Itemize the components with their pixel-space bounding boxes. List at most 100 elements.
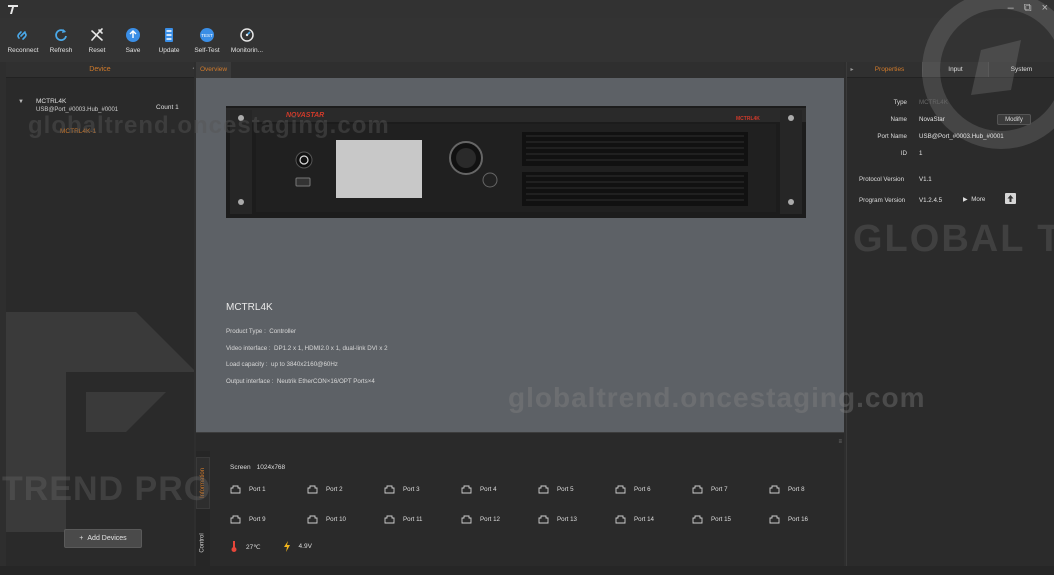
information-panel: ≡ Information Control Screen 1024x768 Por… xyxy=(196,432,844,567)
properties-panel: ▸ Properties Input System Type MCTRL4K N… xyxy=(846,0,1054,566)
ethernet-port-icon xyxy=(384,515,395,524)
port-name-value: USB@Port_#0003.Hub_#0001 xyxy=(919,133,1004,140)
id-label: ID xyxy=(900,150,907,157)
upgrade-icon[interactable] xyxy=(1005,193,1016,204)
ethernet-port-icon xyxy=(384,485,395,494)
port-item[interactable]: Port 1 xyxy=(230,485,266,494)
reconnect-button[interactable]: Reconnect xyxy=(4,18,42,62)
monitoring-label: Monitorin... xyxy=(230,47,264,54)
port-label: Port 15 xyxy=(711,516,731,523)
port-item[interactable]: Port 5 xyxy=(538,485,574,494)
svg-text:TEST: TEST xyxy=(201,33,213,38)
collapse-left-icon[interactable]: ◂ xyxy=(192,64,194,72)
protocol-version-value: V1.1 xyxy=(919,176,932,183)
ethernet-port-icon xyxy=(692,485,703,494)
ethernet-port-icon xyxy=(538,485,549,494)
ethernet-port-icon xyxy=(538,515,549,524)
port-label: Port 8 xyxy=(788,486,805,493)
side-tabs: Information Control xyxy=(196,451,210,567)
panel-resize-icon[interactable]: ≡ xyxy=(838,439,842,445)
ethernet-port-icon xyxy=(769,485,780,494)
port-label: Port 11 xyxy=(403,516,423,523)
modify-button[interactable]: Modify xyxy=(997,114,1031,125)
video-interface: Video interface : DP1.2 x 1, HDMI2.0 x 1… xyxy=(226,345,388,352)
port-label: Port 16 xyxy=(788,516,808,523)
overview-tabbar xyxy=(196,62,844,78)
port-item[interactable]: Port 8 xyxy=(769,485,805,494)
program-version-value: V1.2.4.5 xyxy=(919,197,943,204)
port-label: Port 5 xyxy=(557,486,574,493)
device-panel-header: Device ◂ xyxy=(6,62,194,78)
plus-icon: + xyxy=(79,535,84,542)
type-value: MCTRL4K xyxy=(919,99,948,106)
screen-info: Screen 1024x768 xyxy=(230,464,285,471)
ethernet-port-icon xyxy=(307,485,318,494)
toolbar: Reconnect Refresh Reset Save Update TEST… xyxy=(0,18,1054,62)
reset-icon xyxy=(91,28,103,41)
port-item[interactable]: Port 3 xyxy=(384,485,420,494)
load-capacity: Load capacity : up to 3840x2160@60Hz xyxy=(226,361,338,368)
upload-arrow-icon xyxy=(1007,195,1014,202)
thermometer-icon xyxy=(231,541,237,552)
ethernet-port-icon xyxy=(692,515,703,524)
reset-button[interactable]: Reset xyxy=(80,18,114,62)
tab-control[interactable]: Control xyxy=(196,523,210,563)
name-label: Name xyxy=(890,116,907,123)
port-item[interactable]: Port 15 xyxy=(692,515,731,524)
update-label: Update xyxy=(158,47,180,54)
screen-resolution: 1024x768 xyxy=(256,464,286,471)
more-button[interactable]: ▶ More xyxy=(963,196,985,203)
update-icon xyxy=(165,28,173,42)
save-icon xyxy=(126,28,140,42)
add-devices-label: Add Devices xyxy=(87,535,127,542)
port-item[interactable]: Port 16 xyxy=(769,515,808,524)
port-item[interactable]: Port 13 xyxy=(538,515,577,524)
self-test-button[interactable]: TEST Self-Test xyxy=(188,18,226,62)
port-label: Port 13 xyxy=(557,516,577,523)
monitoring-button[interactable]: Monitorin... xyxy=(228,18,266,62)
add-devices-button[interactable]: + Add Devices xyxy=(64,529,142,548)
port-item[interactable]: Port 12 xyxy=(461,515,500,524)
port-item[interactable]: Port 14 xyxy=(615,515,654,524)
watermark-global: GLOBAL T xyxy=(853,218,1054,260)
reconnect-icon xyxy=(17,31,27,40)
port-item[interactable]: Port 4 xyxy=(461,485,497,494)
ethernet-port-icon xyxy=(230,515,241,524)
refresh-button[interactable]: Refresh xyxy=(44,18,78,62)
port-item[interactable]: Port 10 xyxy=(307,515,346,524)
collapse-right-icon[interactable]: ▸ xyxy=(847,62,857,77)
ethernet-port-icon xyxy=(461,515,472,524)
port-label: Port 10 xyxy=(326,516,346,523)
ethernet-port-icon xyxy=(230,485,241,494)
update-button[interactable]: Update xyxy=(152,18,186,62)
port-item[interactable]: Port 11 xyxy=(384,515,423,524)
ethernet-port-icon xyxy=(461,485,472,494)
port-item[interactable]: Port 7 xyxy=(692,485,728,494)
tab-overview[interactable]: Overview xyxy=(196,62,232,78)
app-window: – ⧉ × Reconnect Refresh Reset Save Updat… xyxy=(0,0,1054,575)
port-label: Port 7 xyxy=(711,486,728,493)
port-item[interactable]: Port 6 xyxy=(615,485,651,494)
monitoring-icon xyxy=(240,28,254,42)
device-tree-node[interactable]: MCTRL4K USB@Port_#0003.Hub_#0001 xyxy=(36,98,118,113)
tree-expand-icon[interactable]: ▼ xyxy=(18,99,24,105)
ethernet-port-icon xyxy=(769,515,780,524)
port-label: Port 9 xyxy=(249,516,266,523)
reconnect-label: Reconnect xyxy=(7,47,39,54)
port-label: Port 12 xyxy=(480,516,500,523)
screen-label: Screen xyxy=(230,464,251,471)
ethernet-port-icon xyxy=(615,485,626,494)
play-icon: ▶ xyxy=(963,196,968,203)
status-row: 27℃ 4.9V xyxy=(230,541,334,552)
product-type: Product Type : Controller xyxy=(226,328,297,335)
save-button[interactable]: Save xyxy=(116,18,150,62)
title-bar: – ⧉ × xyxy=(0,0,1054,18)
voltage-value: 4.9V xyxy=(298,543,312,550)
port-item[interactable]: Port 9 xyxy=(230,515,266,524)
port-item[interactable]: Port 2 xyxy=(307,485,343,494)
temperature-value: 27℃ xyxy=(246,543,261,551)
self-test-label: Self-Test xyxy=(194,47,220,54)
port-label: Port 4 xyxy=(480,486,497,493)
device-name: MCTRL4K xyxy=(36,98,67,105)
program-version-label: Program Version xyxy=(859,197,906,204)
